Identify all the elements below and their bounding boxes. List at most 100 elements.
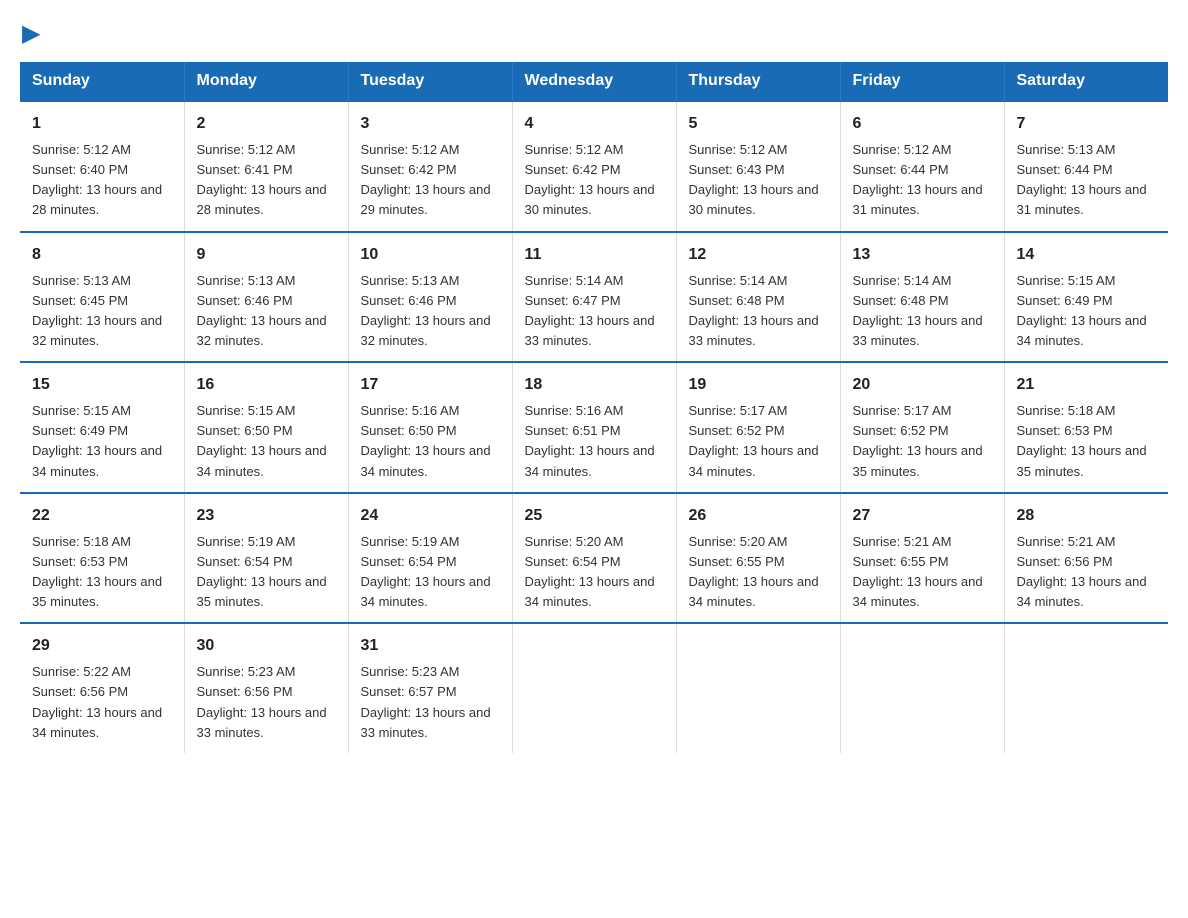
day-info: Sunrise: 5:19 AMSunset: 6:54 PMDaylight:…	[197, 532, 336, 613]
day-info: Sunrise: 5:12 AMSunset: 6:41 PMDaylight:…	[197, 140, 336, 221]
calendar-cell	[1004, 623, 1168, 753]
calendar-cell: 6 Sunrise: 5:12 AMSunset: 6:44 PMDaylight…	[840, 101, 1004, 232]
day-info: Sunrise: 5:12 AMSunset: 6:42 PMDaylight:…	[525, 140, 664, 221]
calendar-cell: 24Sunrise: 5:19 AMSunset: 6:54 PMDayligh…	[348, 493, 512, 624]
calendar-cell: 18 Sunrise: 5:16 AMSunset: 6:51 PMDayligh…	[512, 362, 676, 493]
day-info: Sunrise: 5:18 AMSunset: 6:53 PMDaylight:…	[32, 532, 172, 613]
calendar-cell	[840, 623, 1004, 753]
day-number: 7	[1017, 112, 1157, 136]
calendar-cell: 14 Sunrise: 5:15 AMSunset: 6:49 PMDayligh…	[1004, 232, 1168, 363]
calendar-cell: 29 Sunrise: 5:22 AMSunset: 6:56 PMDayligh…	[20, 623, 184, 753]
calendar-cell: 3 Sunrise: 5:12 AMSunset: 6:42 PMDaylight…	[348, 101, 512, 232]
day-number: 29	[32, 634, 172, 658]
day-info: Sunrise: 5:13 AMSunset: 6:46 PMDaylight:…	[197, 271, 336, 352]
calendar-cell: 11 Sunrise: 5:14 AMSunset: 6:47 PMDayligh…	[512, 232, 676, 363]
calendar-cell: 25Sunrise: 5:20 AMSunset: 6:54 PMDayligh…	[512, 493, 676, 624]
calendar-cell: 16Sunrise: 5:15 AMSunset: 6:50 PMDayligh…	[184, 362, 348, 493]
day-info: Sunrise: 5:17 AMSunset: 6:52 PMDaylight:…	[853, 401, 992, 482]
calendar-cell: 1 Sunrise: 5:12 AMSunset: 6:40 PMDaylight…	[20, 101, 184, 232]
day-info: Sunrise: 5:20 AMSunset: 6:54 PMDaylight:…	[525, 532, 664, 613]
calendar-cell: 5 Sunrise: 5:12 AMSunset: 6:43 PMDaylight…	[676, 101, 840, 232]
logo: ▶	[20, 20, 40, 44]
day-number: 30	[197, 634, 336, 658]
calendar-cell: 12 Sunrise: 5:14 AMSunset: 6:48 PMDayligh…	[676, 232, 840, 363]
weekday-header-saturday: Saturday	[1004, 62, 1168, 101]
calendar-cell: 27 Sunrise: 5:21 AMSunset: 6:55 PMDayligh…	[840, 493, 1004, 624]
day-number: 13	[853, 243, 992, 267]
day-info: Sunrise: 5:18 AMSunset: 6:53 PMDaylight:…	[1017, 401, 1157, 482]
day-number: 5	[689, 112, 828, 136]
day-number: 17	[361, 373, 500, 397]
day-number: 6	[853, 112, 992, 136]
day-number: 21	[1017, 373, 1157, 397]
day-number: 14	[1017, 243, 1157, 267]
day-info: Sunrise: 5:14 AMSunset: 6:47 PMDaylight:…	[525, 271, 664, 352]
calendar-header: SundayMondayTuesdayWednesdayThursdayFrid…	[20, 62, 1168, 101]
day-info: Sunrise: 5:13 AMSunset: 6:45 PMDaylight:…	[32, 271, 172, 352]
calendar-cell	[676, 623, 840, 753]
day-number: 15	[32, 373, 172, 397]
calendar-week-row: 22 Sunrise: 5:18 AMSunset: 6:53 PMDayligh…	[20, 493, 1168, 624]
day-info: Sunrise: 5:12 AMSunset: 6:42 PMDaylight:…	[361, 140, 500, 221]
day-info: Sunrise: 5:22 AMSunset: 6:56 PMDaylight:…	[32, 662, 172, 743]
day-number: 26	[689, 504, 828, 528]
calendar-table: SundayMondayTuesdayWednesdayThursdayFrid…	[20, 62, 1168, 753]
day-info: Sunrise: 5:21 AMSunset: 6:55 PMDaylight:…	[853, 532, 992, 613]
day-info: Sunrise: 5:12 AMSunset: 6:40 PMDaylight:…	[32, 140, 172, 221]
day-number: 3	[361, 112, 500, 136]
calendar-cell: 15 Sunrise: 5:15 AMSunset: 6:49 PMDayligh…	[20, 362, 184, 493]
day-number: 11	[525, 243, 664, 267]
day-number: 12	[689, 243, 828, 267]
calendar-cell: 17 Sunrise: 5:16 AMSunset: 6:50 PMDayligh…	[348, 362, 512, 493]
day-info: Sunrise: 5:14 AMSunset: 6:48 PMDaylight:…	[689, 271, 828, 352]
calendar-cell: 13 Sunrise: 5:14 AMSunset: 6:48 PMDayligh…	[840, 232, 1004, 363]
calendar-week-row: 15 Sunrise: 5:15 AMSunset: 6:49 PMDayligh…	[20, 362, 1168, 493]
day-info: Sunrise: 5:23 AMSunset: 6:57 PMDaylight:…	[361, 662, 500, 743]
day-number: 20	[853, 373, 992, 397]
calendar-cell: 28 Sunrise: 5:21 AMSunset: 6:56 PMDayligh…	[1004, 493, 1168, 624]
day-info: Sunrise: 5:21 AMSunset: 6:56 PMDaylight:…	[1017, 532, 1157, 613]
day-number: 4	[525, 112, 664, 136]
calendar-cell: 20 Sunrise: 5:17 AMSunset: 6:52 PMDayligh…	[840, 362, 1004, 493]
day-number: 2	[197, 112, 336, 136]
logo-arrow-icon: ▶	[22, 22, 40, 46]
calendar-cell: 10 Sunrise: 5:13 AMSunset: 6:46 PMDayligh…	[348, 232, 512, 363]
calendar-week-row: 8Sunrise: 5:13 AMSunset: 6:45 PMDaylight…	[20, 232, 1168, 363]
day-number: 28	[1017, 504, 1157, 528]
day-number: 10	[361, 243, 500, 267]
day-info: Sunrise: 5:15 AMSunset: 6:49 PMDaylight:…	[32, 401, 172, 482]
day-info: Sunrise: 5:12 AMSunset: 6:44 PMDaylight:…	[853, 140, 992, 221]
day-info: Sunrise: 5:14 AMSunset: 6:48 PMDaylight:…	[853, 271, 992, 352]
calendar-cell: 22 Sunrise: 5:18 AMSunset: 6:53 PMDayligh…	[20, 493, 184, 624]
calendar-cell: 8Sunrise: 5:13 AMSunset: 6:45 PMDaylight…	[20, 232, 184, 363]
weekday-header-row: SundayMondayTuesdayWednesdayThursdayFrid…	[20, 62, 1168, 101]
calendar-cell: 21 Sunrise: 5:18 AMSunset: 6:53 PMDayligh…	[1004, 362, 1168, 493]
day-info: Sunrise: 5:12 AMSunset: 6:43 PMDaylight:…	[689, 140, 828, 221]
day-number: 1	[32, 112, 172, 136]
calendar-cell	[512, 623, 676, 753]
day-number: 27	[853, 504, 992, 528]
calendar-cell: 30Sunrise: 5:23 AMSunset: 6:56 PMDayligh…	[184, 623, 348, 753]
day-info: Sunrise: 5:15 AMSunset: 6:49 PMDaylight:…	[1017, 271, 1157, 352]
calendar-cell: 26Sunrise: 5:20 AMSunset: 6:55 PMDayligh…	[676, 493, 840, 624]
day-number: 19	[689, 373, 828, 397]
calendar-week-row: 29 Sunrise: 5:22 AMSunset: 6:56 PMDayligh…	[20, 623, 1168, 753]
day-number: 18	[525, 373, 664, 397]
day-info: Sunrise: 5:13 AMSunset: 6:46 PMDaylight:…	[361, 271, 500, 352]
day-info: Sunrise: 5:15 AMSunset: 6:50 PMDaylight:…	[197, 401, 336, 482]
day-number: 31	[361, 634, 500, 658]
day-number: 22	[32, 504, 172, 528]
day-info: Sunrise: 5:16 AMSunset: 6:50 PMDaylight:…	[361, 401, 500, 482]
day-number: 24	[361, 504, 500, 528]
day-number: 23	[197, 504, 336, 528]
weekday-header-sunday: Sunday	[20, 62, 184, 101]
weekday-header-tuesday: Tuesday	[348, 62, 512, 101]
weekday-header-wednesday: Wednesday	[512, 62, 676, 101]
page-header: ▶	[20, 20, 1168, 44]
day-info: Sunrise: 5:16 AMSunset: 6:51 PMDaylight:…	[525, 401, 664, 482]
day-info: Sunrise: 5:13 AMSunset: 6:44 PMDaylight:…	[1017, 140, 1157, 221]
calendar-cell: 23 Sunrise: 5:19 AMSunset: 6:54 PMDayligh…	[184, 493, 348, 624]
calendar-cell: 4 Sunrise: 5:12 AMSunset: 6:42 PMDaylight…	[512, 101, 676, 232]
calendar-cell: 7 Sunrise: 5:13 AMSunset: 6:44 PMDaylight…	[1004, 101, 1168, 232]
day-number: 9	[197, 243, 336, 267]
